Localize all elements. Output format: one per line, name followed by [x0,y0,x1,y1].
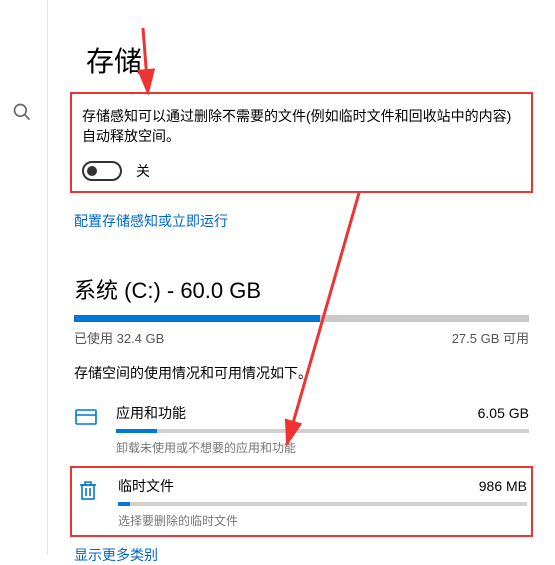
category-hint: 卸载未使用或不想要的应用和功能 [116,439,529,456]
page-title: 存储 [86,40,533,80]
search-icon[interactable] [12,102,32,122]
configure-storage-sense-link[interactable]: 配置存储感知或立即运行 [74,211,228,231]
drive-subtitle: 存储空间的使用情况和可用情况如下。 [74,363,529,383]
apps-icon [74,405,98,429]
storage-sense-toggle[interactable] [82,161,122,181]
storage-sense-section: 存储感知可以通过删除不需要的文件(例如临时文件和回收站中的内容)自动释放空间。 … [70,92,533,193]
category-temp-files[interactable]: 临时文件 986 MB 选择要删除的临时文件 [72,470,531,533]
drive-used-label: 已使用 32.4 GB [74,328,164,347]
drive-free-label: 27.5 GB 可用 [452,328,529,347]
category-size: 986 MB [479,478,527,494]
category-size: 6.05 GB [478,405,529,421]
storage-settings-panel: 存储 存储感知可以通过删除不需要的文件(例如临时文件和回收站中的内容)自动释放空… [48,0,555,555]
storage-sense-description: 存储感知可以通过删除不需要的文件(例如临时文件和回收站中的内容)自动释放空间。 [82,106,521,147]
category-hint: 选择要删除的临时文件 [118,512,527,529]
category-apps[interactable]: 应用和功能 6.05 GB 卸载未使用或不想要的应用和功能 [70,397,533,460]
category-name: 应用和功能 [116,403,186,423]
trash-icon [76,478,100,502]
category-name: 临时文件 [118,476,174,496]
drive-usage-bar [74,315,529,322]
drive-header: 系统 (C:) - 60.0 GB [74,273,533,305]
settings-sidebar [0,0,48,555]
drive-usage-fill [74,315,320,322]
storage-sense-toggle-label: 关 [136,161,150,181]
